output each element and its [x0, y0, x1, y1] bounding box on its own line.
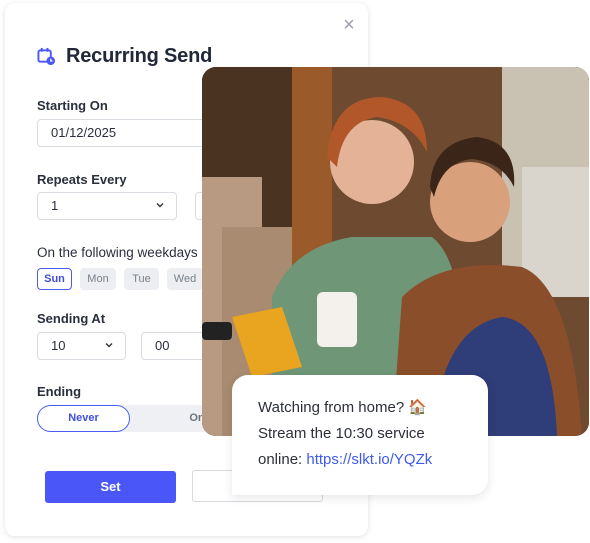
message-online-prefix: online: [258, 451, 307, 468]
ending-never-option[interactable]: Never [37, 405, 130, 432]
sending-minute-value: 00 [155, 338, 170, 353]
weekday-picker: Sun Mon Tue Wed [37, 268, 203, 290]
message-link[interactable]: https://slkt.io/YQZk [306, 451, 432, 468]
starting-on-label: Starting On [37, 98, 108, 113]
set-button[interactable]: Set [45, 471, 176, 503]
sending-hour-value: 10 [51, 338, 66, 353]
close-icon[interactable]: × [341, 15, 357, 35]
message-line-3: online: https://slkt.io/YQZk [258, 447, 432, 473]
message-text: Watching from home? 🏠 Stream the 10:30 s… [258, 395, 432, 473]
ending-label: Ending [37, 384, 82, 399]
weekdays-label: On the following weekdays [37, 245, 198, 260]
message-bubble: Watching from home? 🏠 Stream the 10:30 s… [232, 375, 488, 495]
sending-hour-select[interactable]: 10 [37, 332, 126, 360]
weekday-wed[interactable]: Wed [167, 268, 203, 290]
calendar-clock-icon [37, 47, 56, 66]
repeats-every-select[interactable]: 1 [37, 192, 177, 220]
repeats-every-label: Repeats Every [37, 172, 127, 187]
sending-at-label: Sending At [37, 311, 106, 326]
dialog-title: Recurring Send [66, 45, 213, 67]
starting-on-date-input[interactable]: 01/12/2025 [37, 119, 217, 147]
dialog-header: Recurring Send [37, 45, 212, 68]
weekday-tue[interactable]: Tue [124, 268, 159, 290]
weekday-mon[interactable]: Mon [80, 268, 116, 290]
repeats-every-value: 1 [51, 198, 59, 213]
message-line-1: Watching from home? 🏠 [258, 399, 428, 416]
chevron-down-icon [105, 343, 113, 348]
weekday-sun[interactable]: Sun [37, 268, 72, 290]
message-line-2: Stream the 10:30 service [258, 425, 425, 442]
chevron-down-icon [156, 203, 164, 208]
